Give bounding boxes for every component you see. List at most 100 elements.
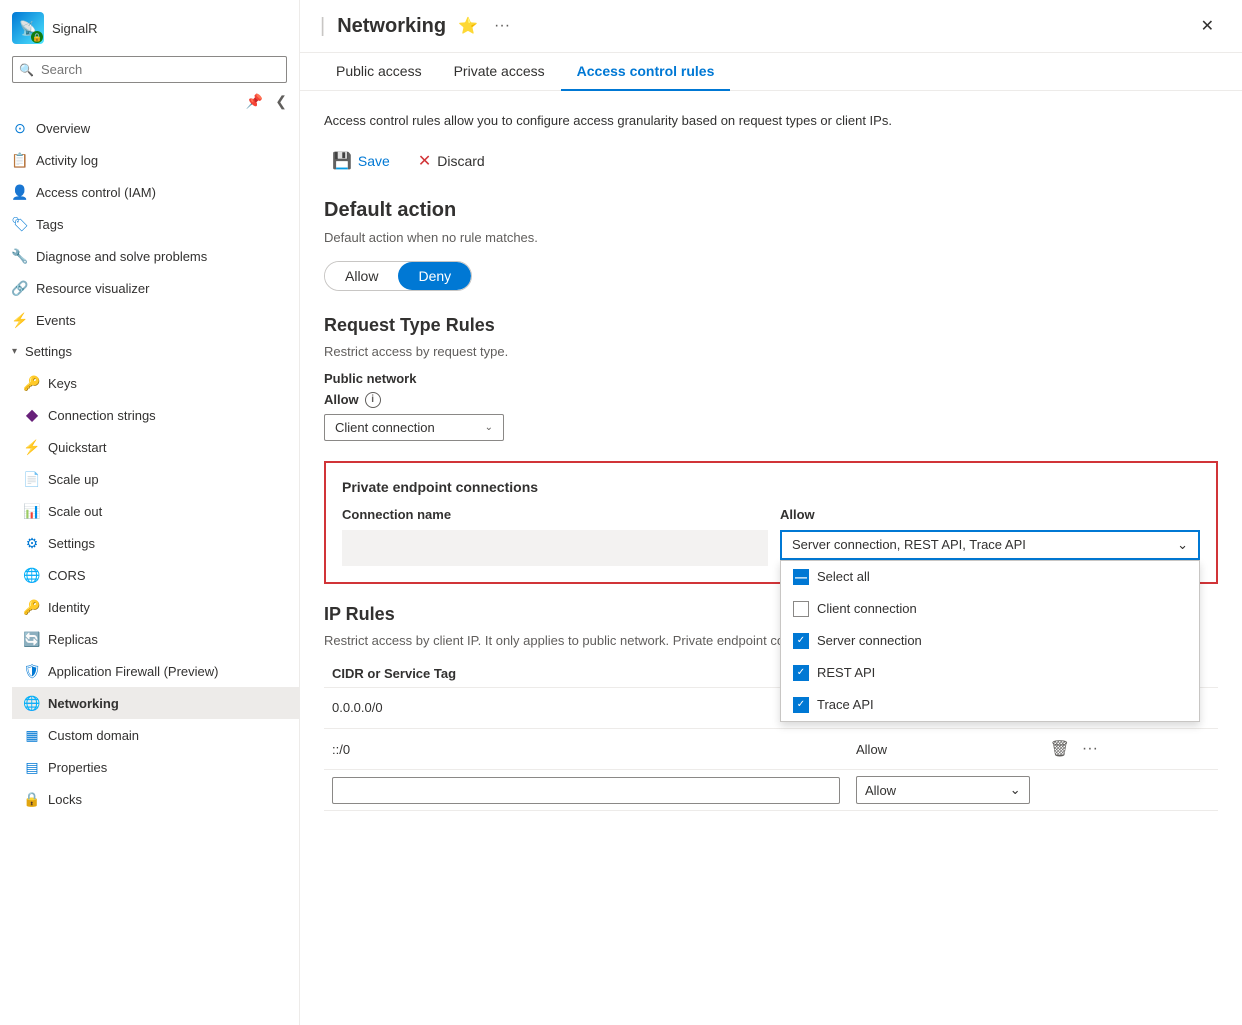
main-area: | Networking ⭐ ··· ✕ Public access Priva… [300, 0, 1242, 1025]
sidebar-item-label-diagnose: Diagnose and solve problems [36, 249, 207, 264]
sidebar-item-label-properties: Properties [48, 760, 107, 775]
select-all-checkbox[interactable]: — [793, 569, 809, 585]
sidebar-item-access-control[interactable]: 👤 Access control (IAM) [0, 176, 299, 208]
trace-api-checkbox[interactable]: ✓ [793, 697, 809, 713]
sidebar-item-identity[interactable]: 🔑 Identity [12, 591, 299, 623]
pe-menu-item-trace-api[interactable]: ✓ Trace API [781, 689, 1199, 721]
allow-field-label-row: Allow i [324, 392, 1218, 408]
sidebar-item-scale-up[interactable]: 📄 Scale up [12, 463, 299, 495]
pe-col-allow: Allow [780, 507, 1200, 522]
sidebar-item-diagnose[interactable]: 🔧 Diagnose and solve problems [0, 240, 299, 272]
sidebar-item-keys[interactable]: 🔑 Keys [12, 367, 299, 399]
sidebar-item-label-scale-out: Scale out [48, 504, 102, 519]
sidebar-item-networking[interactable]: 🌐 Networking [12, 687, 299, 719]
sidebar-item-scale-out[interactable]: 📊 Scale out [12, 495, 299, 527]
replicas-icon: 🔄 [24, 631, 40, 647]
sidebar-item-custom-domain[interactable]: ▦ Custom domain [12, 719, 299, 751]
quickstart-icon: ⚡ [24, 439, 40, 455]
sidebar-item-tags[interactable]: 🏷 Tags [0, 208, 299, 240]
allow-info-icon[interactable]: i [365, 392, 381, 408]
sidebar-item-app-firewall[interactable]: 🛡 Application Firewall (Preview) [12, 655, 299, 687]
sidebar-item-locks[interactable]: 🔒 Locks [12, 783, 299, 815]
pin-button[interactable]: 📌 [242, 91, 267, 112]
diagnose-icon: 🔧 [12, 248, 28, 264]
sidebar-item-replicas[interactable]: 🔄 Replicas [12, 623, 299, 655]
discard-button[interactable]: ✕ Discard [410, 147, 493, 175]
public-network-dropdown-value: Client connection [335, 420, 435, 435]
collapse-button[interactable]: ❮ [271, 91, 291, 112]
server-connection-checkbox[interactable]: ✓ [793, 633, 809, 649]
ip-add-cidr-cell [324, 770, 848, 811]
pe-menu-item-label-server-connection: Server connection [817, 633, 922, 648]
private-endpoint-section: Private endpoint connections Connection … [324, 461, 1218, 584]
sidebar-item-label-quickstart: Quickstart [48, 440, 107, 455]
sidebar-item-label-settings: Settings [48, 536, 95, 551]
content-description: Access control rules allow you to config… [324, 111, 1218, 131]
ip-table-row: ::/0 Allow 🗑 ··· [324, 729, 1218, 770]
ip-add-action-value: Allow [865, 783, 896, 798]
ip-row-1-actions: 🗑 ··· [1038, 729, 1218, 770]
pe-menu-item-server-connection[interactable]: ✓ Server connection [781, 625, 1199, 657]
allow-deny-toggle: Allow Deny [324, 261, 472, 291]
save-button[interactable]: 💾 Save [324, 147, 398, 175]
sidebar-item-label-cors: CORS [48, 568, 86, 583]
sidebar-item-label-app-firewall: Application Firewall (Preview) [48, 664, 219, 679]
default-action-subtitle: Default action when no rule matches. [324, 230, 1218, 245]
sidebar-item-overview[interactable]: ⊙ Overview [0, 112, 299, 144]
request-type-rules-title: Request Type Rules [324, 315, 1218, 336]
sidebar-item-label-overview: Overview [36, 121, 90, 136]
search-input[interactable] [12, 56, 287, 83]
tab-public-access[interactable]: Public access [320, 53, 438, 91]
settings-section-label: Settings [25, 344, 72, 359]
networking-icon: 🌐 [24, 695, 40, 711]
pe-allow-dropdown[interactable]: Server connection, REST API, Trace API ⌄ [780, 530, 1200, 560]
sidebar-header: 📡 🔒 SignalR [0, 0, 299, 52]
tab-private-access[interactable]: Private access [438, 53, 561, 91]
deny-toggle-option[interactable]: Deny [398, 262, 471, 290]
sidebar-item-label-replicas: Replicas [48, 632, 98, 647]
settings-icon: ⚙ [24, 535, 40, 551]
settings-subsection: 🔑 Keys ◆ Connection strings ⚡ Quickstart… [0, 367, 299, 815]
ip-row-1-delete-button[interactable]: 🗑 [1046, 737, 1074, 761]
close-button[interactable]: ✕ [1193, 12, 1222, 40]
sidebar-item-quickstart[interactable]: ⚡ Quickstart [12, 431, 299, 463]
sidebar-item-label-scale-up: Scale up [48, 472, 99, 487]
properties-icon: ▤ [24, 759, 40, 775]
ip-add-action-dropdown[interactable]: Allow ⌄ [856, 776, 1030, 804]
pe-dropdown-arrow-icon: ⌄ [1177, 537, 1188, 553]
scale-up-icon: 📄 [24, 471, 40, 487]
cors-icon: 🌐 [24, 567, 40, 583]
public-network-dropdown[interactable]: Client connection ⌄ [324, 414, 504, 441]
sidebar-item-events[interactable]: ⚡ Events [0, 304, 299, 336]
pe-menu-item-client-connection[interactable]: Client connection [781, 593, 1199, 625]
sidebar-item-activity-log[interactable]: 📋 Activity log [0, 144, 299, 176]
pe-menu-item-rest-api[interactable]: ✓ REST API [781, 657, 1199, 689]
sidebar-item-label-locks: Locks [48, 792, 82, 807]
settings-section-header[interactable]: ▾ Settings [0, 336, 299, 367]
tab-access-control-rules[interactable]: Access control rules [561, 53, 731, 91]
tabs-bar: Public access Private access Access cont… [300, 53, 1242, 91]
sidebar-item-resource-visualizer[interactable]: 🔗 Resource visualizer [0, 272, 299, 304]
sidebar-item-properties[interactable]: ▤ Properties [12, 751, 299, 783]
rest-api-checkbox[interactable]: ✓ [793, 665, 809, 681]
pe-menu-item-label-trace-api: Trace API [817, 697, 874, 712]
rest-api-checkmark: ✓ [797, 667, 805, 678]
favorite-button[interactable]: ⭐ [454, 14, 482, 38]
sidebar-item-label-identity: Identity [48, 600, 90, 615]
more-options-button[interactable]: ··· [490, 15, 514, 37]
app-icon: 📡 🔒 [12, 12, 44, 44]
events-icon: ⚡ [12, 312, 28, 328]
ip-add-cidr-input[interactable] [332, 777, 840, 804]
default-action-title: Default action [324, 199, 1218, 222]
sidebar-item-connection-strings[interactable]: ◆ Connection strings [12, 399, 299, 431]
client-connection-checkbox[interactable] [793, 601, 809, 617]
ip-col-cidr: CIDR or Service Tag [324, 660, 848, 688]
allow-toggle-option[interactable]: Allow [325, 262, 398, 290]
title-divider: | [320, 15, 325, 38]
app-name: SignalR [52, 21, 98, 36]
public-network-label: Public network [324, 371, 1218, 386]
ip-row-1-more-button[interactable]: ··· [1078, 738, 1102, 760]
sidebar-item-cors[interactable]: 🌐 CORS [12, 559, 299, 591]
sidebar-item-settings[interactable]: ⚙ Settings [12, 527, 299, 559]
pe-menu-item-select-all[interactable]: — Select all [781, 561, 1199, 593]
